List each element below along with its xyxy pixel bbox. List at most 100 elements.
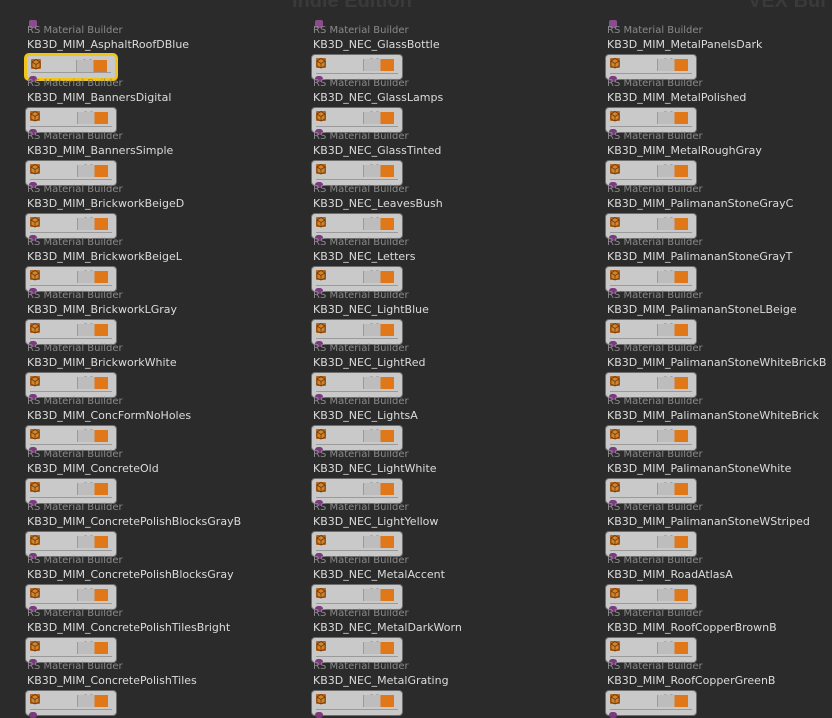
output-connector-icon[interactable]	[609, 712, 617, 718]
rs-material-builder-node[interactable]: RS Material Builder KB3D_NEC_Letters	[311, 222, 571, 294]
rs-material-builder-node[interactable]: RS Material Builder KB3D_NEC_LightRed	[311, 328, 571, 400]
node-name-label[interactable]: KB3D_NEC_GlassLamps	[313, 92, 443, 104]
rs-material-builder-node[interactable]: RS Material Builder KB3D_MIM_PalimananSto…	[605, 222, 832, 294]
node-name-label[interactable]: KB3D_MIM_ConcretePolishBlocksGray	[27, 569, 234, 581]
node-name-label[interactable]: KB3D_NEC_LightsA	[313, 410, 418, 422]
node-name-label[interactable]: KB3D_NEC_LightBlue	[313, 304, 429, 316]
rs-material-builder-node[interactable]: RS Material Builder KB3D_MIM_ConcretePoli…	[25, 540, 285, 612]
node-name-label[interactable]: KB3D_MIM_RoadAtlasA	[607, 569, 733, 581]
rs-material-builder-node[interactable]: RS Material Builder KB3D_MIM_RoofCopperBr…	[605, 593, 832, 665]
node-name-label[interactable]: KB3D_MIM_MetalRoughGray	[607, 145, 762, 157]
rs-material-builder-node[interactable]: RS Material Builder KB3D_MIM_PalimananSto…	[605, 275, 832, 347]
node-type-label: RS Material Builder	[313, 184, 409, 195]
node-name-label[interactable]: KB3D_MIM_ConcretePolishTiles	[27, 675, 197, 687]
rs-material-builder-node[interactable]: RS Material Builder KB3D_MIM_BrickworkBei…	[25, 169, 285, 241]
node-name-label[interactable]: KB3D_MIM_ConcFormNoHoles	[27, 410, 191, 422]
node-type-label: RS Material Builder	[27, 502, 123, 513]
rs-material-builder-node[interactable]: RS Material Builder KB3D_MIM_ConcFormNoHo…	[25, 381, 285, 453]
display-flag[interactable]	[657, 695, 688, 707]
rs-material-builder-node[interactable]: RS Material Builder KB3D_NEC_LightBlue	[311, 275, 571, 347]
node-name-label[interactable]: KB3D_MIM_PalimananStoneLBeige	[607, 304, 797, 316]
rs-material-builder-node[interactable]: RS Material Builder KB3D_MIM_ConcretePoli…	[25, 487, 285, 559]
output-connector-icon[interactable]	[29, 712, 37, 718]
node-name-label[interactable]: KB3D_MIM_ConcreteOld	[27, 463, 159, 475]
rs-material-builder-node[interactable]: RS Material Builder KB3D_MIM_AsphaltRoofD…	[25, 10, 285, 82]
node-name-label[interactable]: KB3D_MIM_PalimananStoneWhiteBrick	[607, 410, 819, 422]
rs-material-builder-node[interactable]: RS Material Builder KB3D_MIM_PalimananSto…	[605, 328, 832, 400]
node-name-label[interactable]: KB3D_MIM_BannersDigital	[27, 92, 171, 104]
node-name-label[interactable]: KB3D_NEC_LightRed	[313, 357, 425, 369]
rs-material-builder-node[interactable]: RS Material Builder KB3D_MIM_ConcreteOld	[25, 434, 285, 506]
node-type-label: RS Material Builder	[27, 449, 123, 460]
rs-material-builder-node[interactable]: RS Material Builder KB3D_MIM_BrickworkWhi…	[25, 328, 285, 400]
node-type-label: RS Material Builder	[607, 25, 703, 36]
rs-material-builder-node[interactable]: RS Material Builder KB3D_MIM_PalimananSto…	[605, 381, 832, 453]
rs-material-builder-node[interactable]: RS Material Builder KB3D_NEC_GlassBottle	[311, 10, 571, 82]
rs-material-builder-node[interactable]: RS Material Builder KB3D_MIM_MetalRoughGr…	[605, 116, 832, 188]
rs-material-builder-node[interactable]: RS Material Builder KB3D_MIM_BrickworkBei…	[25, 222, 285, 294]
rs-material-builder-node[interactable]: RS Material Builder KB3D_MIM_MetalPanelsD…	[605, 10, 832, 82]
node-name-label[interactable]: KB3D_MIM_MetalPanelsDark	[607, 39, 762, 51]
material-builder-icon	[610, 694, 620, 705]
node-name-label[interactable]: KB3D_MIM_BrickworkLGray	[27, 304, 177, 316]
rs-material-builder-node[interactable]: RS Material Builder KB3D_NEC_LightYellow	[311, 487, 571, 559]
node-name-label[interactable]: KB3D_NEC_GlassTinted	[313, 145, 441, 157]
display-flag[interactable]	[363, 695, 394, 707]
rs-material-builder-node[interactable]: RS Material Builder KB3D_NEC_LightWhite	[311, 434, 571, 506]
rs-material-builder-node[interactable]: RS Material Builder KB3D_MIM_PalimananSto…	[605, 487, 832, 559]
node-name-label[interactable]: KB3D_MIM_BannersSimple	[27, 145, 173, 157]
node-name-label[interactable]: KB3D_MIM_BrickworkBeigeD	[27, 198, 184, 210]
node-name-label[interactable]: KB3D_MIM_ConcretePolishBlocksGrayB	[27, 516, 241, 528]
node-tile[interactable]	[25, 690, 117, 716]
rs-material-builder-node[interactable]: RS Material Builder KB3D_NEC_MetalDarkWor…	[311, 593, 571, 665]
node-name-label[interactable]: KB3D_MIM_BrickworkWhite	[27, 357, 177, 369]
node-tile[interactable]	[605, 690, 697, 716]
node-name-label[interactable]: KB3D_MIM_MetalPolished	[607, 92, 746, 104]
rs-material-builder-node[interactable]: RS Material Builder KB3D_MIM_ConcretePoli…	[25, 593, 285, 665]
node-name-label[interactable]: KB3D_MIM_PalimananStoneWStriped	[607, 516, 810, 528]
node-type-label: RS Material Builder	[607, 343, 703, 354]
node-name-label[interactable]: KB3D_NEC_Letters	[313, 251, 415, 263]
node-type-label: RS Material Builder	[313, 396, 409, 407]
node-name-label[interactable]: KB3D_NEC_LightYellow	[313, 516, 438, 528]
node-name-label[interactable]: KB3D_NEC_MetalDarkWorn	[313, 622, 462, 634]
node-name-label[interactable]: KB3D_NEC_GlassBottle	[313, 39, 440, 51]
rs-material-builder-node[interactable]: RS Material Builder KB3D_MIM_ConcretePoli…	[25, 646, 285, 718]
rs-material-builder-node[interactable]: RS Material Builder KB3D_MIM_PalimananSto…	[605, 434, 832, 506]
rs-material-builder-node[interactable]: RS Material Builder KB3D_NEC_MetalGrating	[311, 646, 571, 718]
node-divider	[316, 709, 398, 710]
output-connector-icon[interactable]	[315, 712, 323, 718]
rs-material-builder-node[interactable]: RS Material Builder KB3D_MIM_MetalPolishe…	[605, 63, 832, 135]
node-name-label[interactable]: KB3D_MIM_ConcretePolishTilesBright	[27, 622, 230, 634]
node-type-label: RS Material Builder	[607, 237, 703, 248]
rs-material-builder-node[interactable]: RS Material Builder KB3D_MIM_BannersDigit…	[25, 63, 285, 135]
node-tile[interactable]	[311, 690, 403, 716]
node-type-label: RS Material Builder	[607, 396, 703, 407]
rs-material-builder-node[interactable]: RS Material Builder KB3D_NEC_GlassLamps	[311, 63, 571, 135]
node-name-label[interactable]: KB3D_MIM_PalimananStoneGrayC	[607, 198, 793, 210]
node-type-label: RS Material Builder	[27, 608, 123, 619]
node-name-label[interactable]: KB3D_MIM_RoofCopperGreenB	[607, 675, 775, 687]
node-name-label[interactable]: KB3D_MIM_BrickworkBeigeL	[27, 251, 182, 263]
rs-material-builder-node[interactable]: RS Material Builder KB3D_MIM_BrickworkLGr…	[25, 275, 285, 347]
node-type-label: RS Material Builder	[607, 608, 703, 619]
node-name-label[interactable]: KB3D_MIM_PalimananStoneWhite	[607, 463, 791, 475]
rs-material-builder-node[interactable]: RS Material Builder KB3D_NEC_LeavesBush	[311, 169, 571, 241]
rs-material-builder-node[interactable]: RS Material Builder KB3D_NEC_LightsA	[311, 381, 571, 453]
node-name-label[interactable]: KB3D_MIM_PalimananStoneGrayT	[607, 251, 792, 263]
node-name-label[interactable]: KB3D_NEC_LightWhite	[313, 463, 437, 475]
node-name-label[interactable]: KB3D_MIM_AsphaltRoofDBlue	[27, 39, 189, 51]
rs-material-builder-node[interactable]: RS Material Builder KB3D_NEC_GlassTinted	[311, 116, 571, 188]
node-name-label[interactable]: KB3D_MIM_PalimananStoneWhiteBrickB	[607, 357, 826, 369]
display-flag[interactable]	[77, 695, 108, 707]
rs-material-builder-node[interactable]: RS Material Builder KB3D_NEC_MetalAccent	[311, 540, 571, 612]
rs-material-builder-node[interactable]: RS Material Builder KB3D_MIM_RoofCopperGr…	[605, 646, 832, 718]
node-name-label[interactable]: KB3D_MIM_RoofCopperBrownB	[607, 622, 777, 634]
node-name-label[interactable]: KB3D_NEC_MetalAccent	[313, 569, 445, 581]
rs-material-builder-node[interactable]: RS Material Builder KB3D_MIM_BannersSimpl…	[25, 116, 285, 188]
node-name-label[interactable]: KB3D_NEC_MetalGrating	[313, 675, 449, 687]
rs-material-builder-node[interactable]: RS Material Builder KB3D_MIM_PalimananSto…	[605, 169, 832, 241]
node-name-label[interactable]: KB3D_NEC_LeavesBush	[313, 198, 443, 210]
rs-material-builder-node[interactable]: RS Material Builder KB3D_MIM_RoadAtlasA	[605, 540, 832, 612]
network-editor-canvas[interactable]: RS Material Builder KB3D_MIM_AsphaltRoofD…	[0, 0, 832, 718]
